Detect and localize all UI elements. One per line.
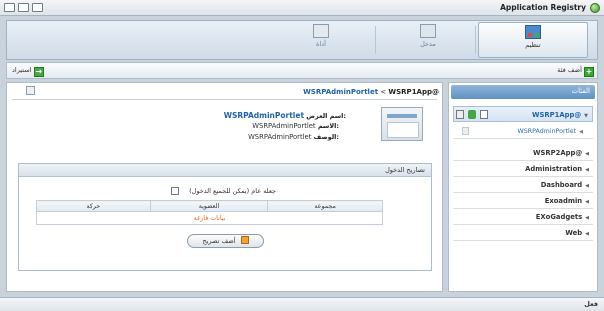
permission-table: حركة العضوية مجموعة بيانات فارغة	[36, 200, 383, 225]
minimize-icon[interactable]	[18, 3, 29, 12]
tab-portlet[interactable]: مدخل	[373, 22, 483, 58]
sidebar-subitem-wsrpadminportlet[interactable]: WSRPAdminPortlet ◀	[453, 124, 593, 139]
sidebar-subitem-label: WSRPAdminPortlet	[517, 128, 577, 135]
empty-data: بيانات فارغة	[36, 211, 383, 225]
sidebar-item-label: EXoGadgets	[535, 213, 583, 221]
gadget-icon	[313, 24, 329, 38]
sidebar-item-web[interactable]: Web ◀	[453, 225, 593, 241]
import-button[interactable]: استيراد →	[12, 65, 44, 77]
chevron-left-icon: ◀	[585, 183, 589, 189]
tab-gadget[interactable]: أداة	[266, 22, 376, 58]
name-row: WSRPAdminPortlet الاسم:	[252, 122, 339, 130]
dropdown-icon[interactable]	[32, 3, 43, 12]
edit-icon[interactable]	[26, 86, 35, 95]
portlet-icon	[420, 24, 436, 38]
add-permission-label: أضف تصريح	[202, 237, 236, 245]
tab-gadget-label: أداة	[316, 40, 326, 48]
chevron-left-icon: ◀	[579, 129, 583, 135]
import-label: استيراد	[12, 66, 32, 74]
breadcrumb-separator: <	[380, 88, 387, 96]
display-name-label: اسم العرض:	[306, 112, 346, 120]
add-icon: +	[584, 67, 594, 77]
sidebar-item-dashboard[interactable]: Dashboard ◀	[453, 177, 593, 193]
chevron-down-icon: ▼	[584, 113, 588, 119]
sidebar-item-label: Web	[565, 229, 583, 237]
sidebar-item-exogadgets[interactable]: EXoGadgets ◀	[453, 209, 593, 225]
breadcrumb-portlet[interactable]: WSRPAdminPortlet	[303, 88, 378, 96]
public-access-label: (جعله عام (يمكن للجميع الدخول	[189, 187, 276, 195]
name-label: الاسم:	[317, 122, 339, 130]
description-value: WSRPAdminPortlet	[248, 133, 312, 141]
column-action: حركة	[36, 200, 151, 212]
status-bar	[0, 297, 604, 311]
add-permission-button[interactable]: أضف تصريح	[187, 234, 264, 248]
sidebar-title: الفئات	[451, 85, 595, 99]
edit-icon[interactable]	[480, 110, 488, 119]
portlet-thumbnail	[381, 107, 423, 141]
action-bar	[6, 62, 598, 79]
access-permission-title: تصاريح الدخول	[19, 164, 431, 177]
display-name-value: WSRPAdminPortlet	[223, 111, 305, 120]
window-title: Application Registry	[500, 3, 586, 12]
organize-icon	[525, 25, 541, 39]
chevron-left-icon: ◀	[585, 199, 589, 205]
tab-portlet-label: مدخل	[420, 40, 436, 48]
gift-icon	[240, 236, 249, 244]
delete-icon[interactable]	[456, 110, 464, 119]
column-group: مجموعة	[267, 200, 383, 212]
divider	[12, 99, 437, 100]
sidebar-item-label: Dashboard	[540, 181, 583, 189]
breadcrumb-category[interactable]: WSRP1App@	[388, 88, 439, 96]
add-category-button[interactable]: أضف فئة +	[557, 65, 594, 77]
name-value: WSRPAdminPortlet	[252, 122, 316, 130]
sidebar-item-label: WSRP1App@	[532, 111, 582, 119]
chevron-left-icon: ◀	[585, 231, 589, 237]
sidebar-item-administration[interactable]: Administration ◀	[453, 161, 593, 177]
display-name-row: WSRPAdminPortlet اسم العرض:	[224, 111, 346, 120]
status-text: فعل	[584, 300, 598, 308]
sidebar-item-label: Exoadmin	[544, 197, 583, 205]
chevron-left-icon: ◀	[585, 151, 589, 157]
globe-icon	[590, 3, 600, 13]
column-membership: العضوية	[149, 200, 269, 212]
public-access-checkbox[interactable]	[171, 187, 179, 195]
tab-organize[interactable]: تنظيم	[478, 22, 588, 58]
add-icon[interactable]	[468, 110, 476, 119]
sidebar-item-wsrp2app[interactable]: WSRP2App@ ◀	[453, 145, 593, 161]
import-icon: →	[33, 67, 44, 77]
description-label: الوصف:	[313, 133, 339, 141]
sidebar-item-label: Administration	[525, 165, 583, 173]
sidebar-item-exoadmin[interactable]: Exoadmin ◀	[453, 193, 593, 209]
breadcrumb: WSRPAdminPortlet < WSRP1App@	[303, 88, 439, 96]
sidebar-item-label: WSRP2App@	[533, 149, 583, 157]
add-category-label: أضف فئة	[557, 66, 582, 74]
tab-organize-label: تنظيم	[525, 41, 541, 49]
chevron-left-icon: ◀	[585, 215, 589, 221]
description-row: WSRPAdminPortlet الوصف:	[248, 133, 339, 141]
restore-icon[interactable]	[4, 3, 15, 12]
chevron-left-icon: ◀	[585, 167, 589, 173]
portlet-icon	[462, 127, 469, 135]
